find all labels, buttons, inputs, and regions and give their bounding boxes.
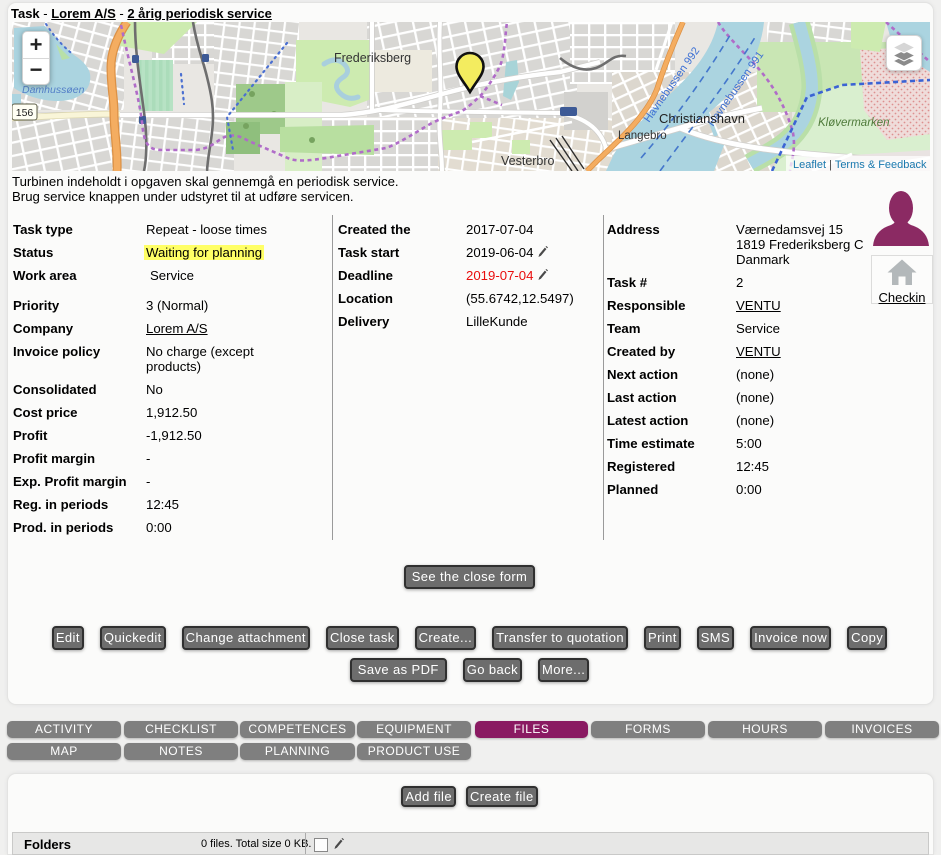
svg-text:Frederiksberg: Frederiksberg — [334, 51, 411, 65]
svg-text:Damhussøen: Damhussøen — [22, 84, 85, 96]
svg-text:Leaflet | Terms & Feedback: Leaflet | Terms & Feedback — [793, 159, 927, 171]
svg-text:Kløvermarken: Kløvermarken — [818, 117, 890, 129]
svg-text:Langebro: Langebro — [618, 130, 667, 142]
svg-text:Vesterbro: Vesterbro — [501, 154, 555, 168]
svg-text:Christianshavn: Christianshavn — [659, 111, 745, 126]
svg-text:156: 156 — [16, 107, 34, 119]
